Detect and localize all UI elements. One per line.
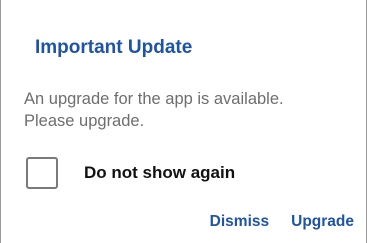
dialog-border-left [0, 0, 1, 243]
do-not-show-again-row[interactable]: Do not show again [26, 154, 235, 192]
dialog-title: Important Update [35, 37, 193, 58]
upgrade-button[interactable]: Upgrade [291, 213, 354, 231]
do-not-show-again-label[interactable]: Do not show again [84, 163, 235, 183]
message-line-2: Please upgrade. [24, 112, 145, 130]
do-not-show-again-checkbox[interactable] [26, 157, 58, 189]
dialog-message: An upgrade for the app is available. Ple… [24, 88, 344, 132]
update-dialog: Important Update An upgrade for the app … [0, 0, 367, 243]
message-line-1: An upgrade for the app is available. [24, 90, 284, 108]
dialog-actions: Dismiss Upgrade [210, 213, 354, 231]
dismiss-button[interactable]: Dismiss [210, 213, 269, 231]
